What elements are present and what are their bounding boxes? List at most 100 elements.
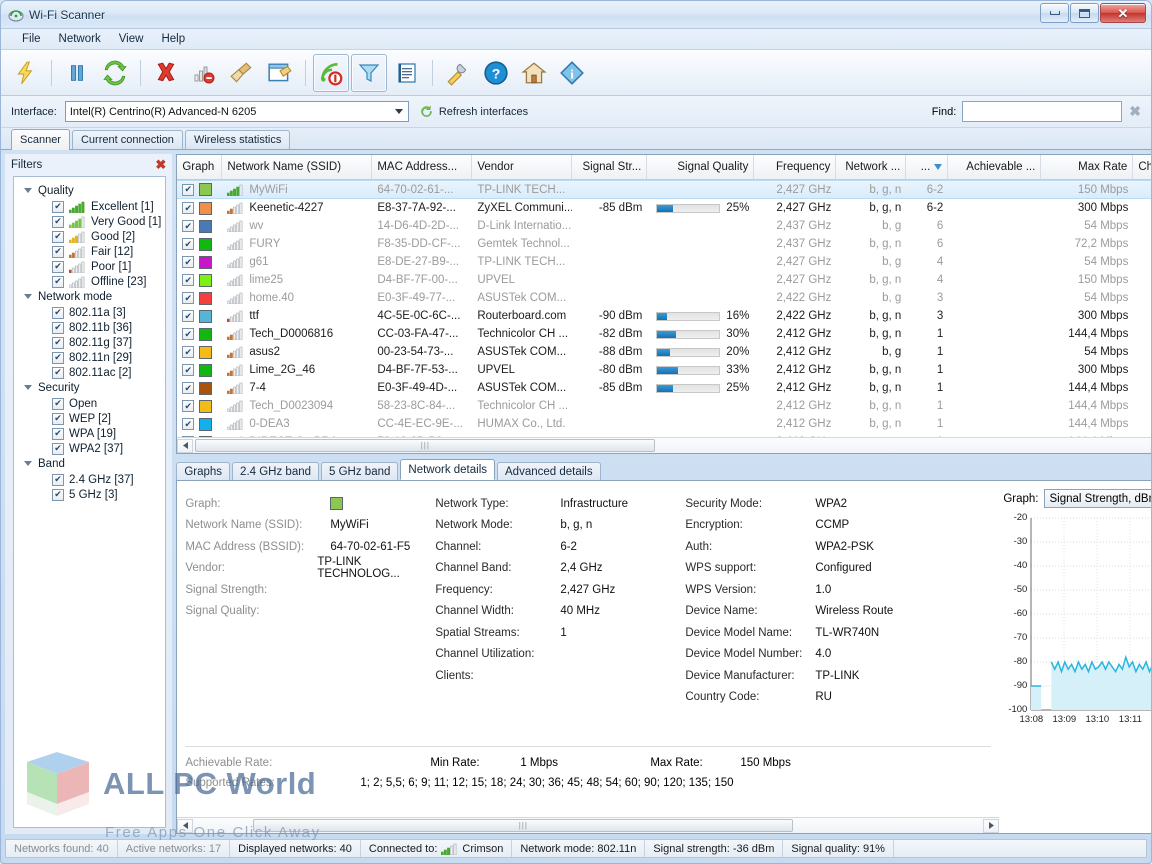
filter-item[interactable]: Offline [23] bbox=[18, 274, 161, 289]
filter-item[interactable]: WPA [19] bbox=[18, 426, 161, 441]
tab-scanner[interactable]: Scanner bbox=[11, 129, 70, 150]
detail-tab-advanced-details[interactable]: Advanced details bbox=[497, 462, 601, 480]
menu-item-network[interactable]: Network bbox=[50, 31, 110, 47]
row-checkbox[interactable] bbox=[182, 274, 194, 286]
table-row[interactable]: Keenetic-4227E8-37-7A-92-...ZyXEL Commun… bbox=[177, 199, 1152, 217]
filter-checkbox[interactable] bbox=[52, 246, 64, 258]
settings-button[interactable] bbox=[440, 54, 476, 92]
pause-scan-button[interactable] bbox=[59, 54, 95, 92]
column-header-0[interactable]: Graph bbox=[177, 155, 222, 179]
row-checkbox[interactable] bbox=[182, 436, 194, 437]
table-row[interactable]: FURYF8-35-DD-CF-...Gemtek Technol... 2,4… bbox=[177, 235, 1152, 253]
filter-item[interactable]: Good [2] bbox=[18, 229, 161, 244]
interface-select[interactable]: Intel(R) Centrino(R) Advanced-N 6205 bbox=[65, 101, 409, 122]
filter-item[interactable]: Poor [1] bbox=[18, 259, 161, 274]
row-checkbox[interactable] bbox=[182, 364, 194, 376]
filter-item[interactable]: 5 GHz [3] bbox=[18, 487, 161, 502]
row-checkbox[interactable] bbox=[182, 346, 194, 358]
table-row[interactable]: g61E8-DE-27-B9-...TP-LINK TECH... 2,427 … bbox=[177, 253, 1152, 271]
column-header-7[interactable]: Network ... bbox=[836, 155, 906, 179]
row-checkbox[interactable] bbox=[182, 184, 194, 196]
refresh-interfaces-button[interactable]: Refresh interfaces bbox=[419, 104, 528, 119]
table-row[interactable]: wv14-D6-4D-2D-...D-Link Internatio... 2,… bbox=[177, 217, 1152, 235]
filter-group-header[interactable]: Quality bbox=[18, 183, 161, 199]
filter-checkbox[interactable] bbox=[52, 276, 64, 288]
tab-current-connection[interactable]: Current connection bbox=[72, 130, 183, 149]
row-checkbox[interactable] bbox=[182, 202, 194, 214]
filter-item[interactable]: Excellent [1] bbox=[18, 199, 161, 214]
row-checkbox[interactable] bbox=[182, 238, 194, 250]
detail-tab-network-details[interactable]: Network details bbox=[400, 459, 495, 480]
menu-item-help[interactable]: Help bbox=[152, 31, 194, 47]
detail-tab-2-4-ghz-band[interactable]: 2.4 GHz band bbox=[232, 462, 319, 480]
details-hscroll-thumb[interactable]: ||| bbox=[253, 819, 793, 832]
row-checkbox[interactable] bbox=[182, 220, 194, 232]
table-row[interactable]: DIRECT-Gy-BRA...72-18-8B-B3-... 2,412 GH… bbox=[177, 433, 1152, 437]
filter-item[interactable]: 802.11b [36] bbox=[18, 320, 161, 335]
about-button[interactable]: i bbox=[554, 54, 590, 92]
minimize-button[interactable] bbox=[1040, 3, 1069, 23]
filter-checkbox[interactable] bbox=[52, 337, 64, 349]
refresh-scan-button[interactable] bbox=[97, 54, 133, 92]
home-button[interactable] bbox=[516, 54, 552, 92]
filter-checkbox[interactable] bbox=[52, 398, 64, 410]
filter-item[interactable]: 802.11a [3] bbox=[18, 305, 161, 320]
details-scroll-right-button[interactable] bbox=[983, 819, 999, 833]
close-button[interactable]: ✕ bbox=[1100, 3, 1146, 23]
filter-checkbox[interactable] bbox=[52, 261, 64, 273]
filter-checkbox[interactable] bbox=[52, 489, 64, 501]
filter-item[interactable]: WPA2 [37] bbox=[18, 441, 161, 456]
column-header-11[interactable]: Chann bbox=[1133, 155, 1152, 179]
filter-item[interactable]: WEP [2] bbox=[18, 411, 161, 426]
details-scroll-left-button[interactable] bbox=[177, 819, 193, 833]
detail-tab-5-ghz-band[interactable]: 5 GHz band bbox=[321, 462, 398, 480]
start-scan-button[interactable] bbox=[8, 54, 44, 92]
find-input[interactable] bbox=[962, 101, 1122, 122]
table-row[interactable]: Tech_D0006816CC-03-FA-47-...Technicolor … bbox=[177, 325, 1152, 343]
filter-group-header[interactable]: Band bbox=[18, 456, 161, 472]
column-header-2[interactable]: MAC Address... bbox=[372, 155, 472, 179]
filter-group-header[interactable]: Security bbox=[18, 380, 161, 396]
column-header-9[interactable]: Achievable ... bbox=[948, 155, 1041, 179]
column-header-10[interactable]: Max Rate bbox=[1041, 155, 1133, 179]
filter-checkbox[interactable] bbox=[52, 413, 64, 425]
table-row[interactable]: lime25D4-BF-7F-00-...UPVEL 2,427 GHzb, g… bbox=[177, 271, 1152, 289]
table-row[interactable]: Lime_2G_46D4-BF-7F-53-...UPVEL-80 dBm 33… bbox=[177, 361, 1152, 379]
column-header-6[interactable]: Frequency bbox=[754, 155, 836, 179]
detail-tab-graphs[interactable]: Graphs bbox=[176, 462, 230, 480]
table-row[interactable]: home.40E0-3F-49-77-...ASUSTek COM... 2,4… bbox=[177, 289, 1152, 307]
details-horizontal-scrollbar[interactable]: ||| bbox=[177, 817, 999, 833]
scroll-left-button[interactable] bbox=[177, 439, 193, 453]
row-checkbox[interactable] bbox=[182, 292, 194, 304]
column-header-3[interactable]: Vendor bbox=[472, 155, 572, 179]
filter-checkbox[interactable] bbox=[52, 367, 64, 379]
table-row[interactable]: ttf4C-5E-0C-6C-...Routerboard.com-90 dBm… bbox=[177, 307, 1152, 325]
row-checkbox[interactable] bbox=[182, 400, 194, 412]
table-row[interactable]: MyWiFi64-70-02-61-...TP-LINK TECH... 2,4… bbox=[177, 180, 1152, 199]
table-row[interactable]: 0-DEA3CC-4E-EC-9E-...HUMAX Co., Ltd. 2,4… bbox=[177, 415, 1152, 433]
filter-group-header[interactable]: Network mode bbox=[18, 289, 161, 305]
chart-type-select[interactable]: Signal Strength, dBm bbox=[1044, 489, 1152, 508]
table-horizontal-scrollbar[interactable]: ||| bbox=[177, 437, 1152, 453]
clear-find-icon[interactable]: ✖ bbox=[1129, 103, 1141, 120]
menu-item-file[interactable]: File bbox=[13, 31, 50, 47]
row-checkbox[interactable] bbox=[182, 256, 194, 268]
column-header-8[interactable]: ... bbox=[906, 155, 948, 179]
filter-item[interactable]: 802.11ac [2] bbox=[18, 365, 161, 380]
close-filters-icon[interactable]: ✖ bbox=[155, 157, 166, 173]
table-row[interactable]: Tech_D002309458-23-8C-84-...Technicolor … bbox=[177, 397, 1152, 415]
filter-checkbox[interactable] bbox=[52, 216, 64, 228]
column-header-1[interactable]: Network Name (SSID) bbox=[222, 155, 372, 179]
help-button[interactable]: ? bbox=[478, 54, 514, 92]
filter-item[interactable]: Open bbox=[18, 396, 161, 411]
filter-checkbox[interactable] bbox=[52, 322, 64, 334]
filter-item[interactable]: Fair [12] bbox=[18, 244, 161, 259]
menu-item-view[interactable]: View bbox=[110, 31, 153, 47]
export-button[interactable] bbox=[262, 54, 298, 92]
filter-checkbox[interactable] bbox=[52, 201, 64, 213]
log-button[interactable] bbox=[389, 54, 425, 92]
filter-checkbox[interactable] bbox=[52, 307, 64, 319]
row-checkbox[interactable] bbox=[182, 310, 194, 322]
table-row[interactable]: 7-4E0-3F-49-4D-...ASUSTek COM...-85 dBm … bbox=[177, 379, 1152, 397]
hscroll-thumb[interactable]: ||| bbox=[195, 439, 655, 452]
